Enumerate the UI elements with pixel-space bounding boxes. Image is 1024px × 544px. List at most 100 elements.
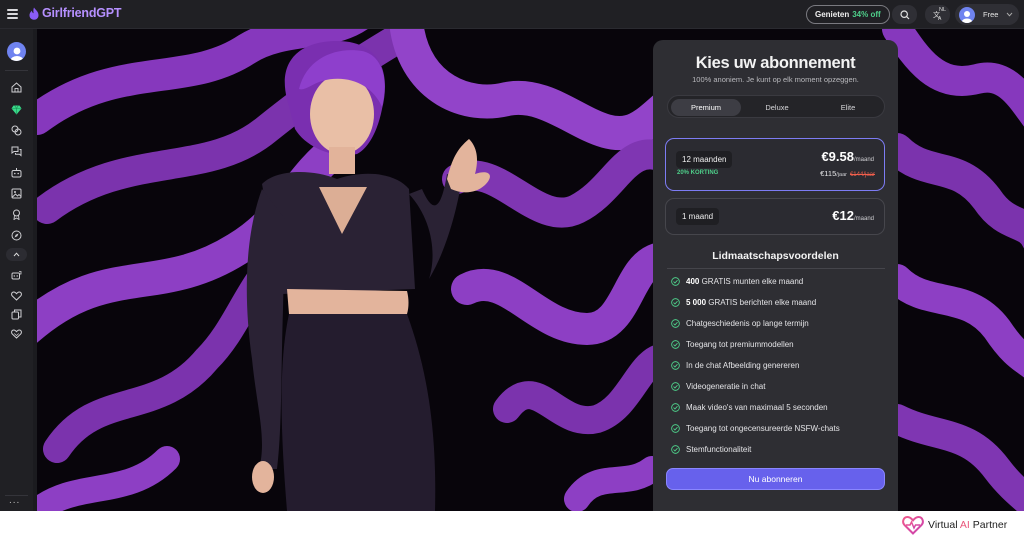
user-plan-label: Free (983, 10, 999, 19)
check-circle-icon (671, 423, 680, 433)
yearly-price-amount: €115 (820, 169, 837, 178)
more-options-icon[interactable]: ... (9, 496, 20, 506)
plan-price-amount: €12 (832, 208, 854, 223)
check-circle-icon (671, 381, 680, 391)
plan-duration: 12 maanden (676, 151, 733, 168)
benefit-label: Videogeneratie in chat (686, 381, 766, 391)
language-button[interactable]: 文A NL (925, 5, 950, 24)
chevron-down-icon (1007, 12, 1013, 17)
benefit-text: Stemfunctionaliteit (686, 445, 751, 454)
plan-price-period: /maand (853, 216, 874, 222)
benefit-item: Maak video's van maximaal 5 seconden (671, 401, 828, 413)
plan-price-period: /maand (853, 157, 874, 163)
watermark-suffix: Partner (969, 519, 1008, 531)
benefit-text: In de chat Afbeelding genereren (686, 361, 799, 370)
check-circle-icon (671, 297, 680, 307)
chat-bubbles-icon[interactable] (10, 124, 23, 137)
benefit-text: 5 000 GRATIS berichten elke maand (686, 298, 816, 307)
watermark-accent: AI (959, 519, 970, 531)
benefit-item: 400 GRATIS munten elke maand (671, 275, 803, 287)
benefit-label: Stemfunctionaliteit (686, 444, 752, 454)
tab-deluxe[interactable]: Deluxe (742, 99, 812, 116)
benefits-title: Lidmaatschapsvoordelen (712, 250, 839, 262)
benefit-text: Toegang tot premiummodellen (686, 340, 794, 349)
benefit-text: Toegang tot ongecensureerde NSFW-chats (686, 424, 840, 433)
search-button[interactable] (892, 5, 917, 24)
benefit-text: 400 GRATIS munten elke maand (686, 277, 803, 286)
home-icon[interactable] (10, 81, 23, 94)
heart-outline-icon[interactable] (10, 327, 23, 340)
benefit-label: Chatgeschiedenis op lange termijn (686, 318, 809, 328)
brand-logo[interactable]: GirlfriendGPT (29, 6, 122, 20)
benefit-text: Videogeneratie in chat (686, 382, 765, 391)
plan-tier-tabs: Premium Deluxe Elite (667, 95, 885, 118)
plan-duration: 1 maand (676, 208, 720, 225)
benefit-text: Chatgeschiedenis op lange termijn (686, 319, 809, 328)
robot-icon[interactable] (10, 166, 23, 179)
check-circle-icon (671, 402, 680, 412)
benefits-divider (667, 268, 885, 269)
sidebar-divider (5, 70, 28, 71)
app-window: GirlfriendGPT Genieten 34% off 文A NL Fre… (0, 0, 1024, 511)
plan-price: €9.58 /maand (821, 149, 874, 164)
flame-icon (29, 7, 39, 20)
benefit-label: Toegang tot premiummodellen (686, 339, 794, 349)
sidebar-avatar[interactable] (7, 42, 26, 61)
tab-elite[interactable]: Elite (813, 99, 883, 116)
old-price: €144/jaar (849, 172, 875, 178)
yearly-price-unit: /jaar (836, 172, 847, 178)
panel-subtitle: 100% anoniem. Je kunt op elk moment opze… (692, 75, 859, 84)
benefit-text: Maak video's van maximaal 5 seconden (686, 403, 828, 412)
promo-label: Genieten (815, 10, 850, 19)
menu-icon[interactable] (7, 9, 18, 19)
benefit-item: Stemfunctionaliteit (671, 443, 751, 455)
check-circle-icon (671, 444, 680, 454)
compass-icon[interactable] (10, 229, 23, 242)
benefit-item: In de chat Afbeelding genereren (671, 359, 799, 371)
sidebar: ... (0, 29, 33, 511)
benefit-highlight: 5 000 (686, 297, 707, 307)
promo-button[interactable]: Genieten 34% off (806, 5, 890, 24)
chevron-up-icon (13, 252, 20, 257)
plan-price-amount: €9.58 (821, 149, 854, 164)
messages-icon[interactable] (10, 145, 23, 158)
benefit-label: GRATIS munten elke maand (699, 276, 804, 286)
benefit-label: In de chat Afbeelding genereren (686, 360, 800, 370)
benefit-item: Toegang tot premiummodellen (671, 338, 794, 350)
heart-icon[interactable] (10, 289, 23, 302)
plan-yearly-price: €115/jaar €144/jaar (820, 169, 875, 178)
heart-logo-icon (902, 515, 924, 535)
benefit-item: Toegang tot ongecensureerde NSFW-chats (671, 422, 840, 434)
benefit-label: Toegang tot ongecensureerde NSFW-chats (686, 423, 840, 433)
benefit-item: Videogeneratie in chat (671, 380, 765, 392)
watermark-text: Virtual AI Partner (928, 519, 1007, 531)
watermark-prefix: Virtual (928, 519, 960, 531)
check-circle-icon (671, 318, 680, 328)
sidebar-collapse-button[interactable] (6, 248, 27, 261)
search-icon (899, 9, 909, 19)
plan-card-1-month[interactable]: 1 maand €12 /maand (665, 198, 885, 235)
benefit-label: Maak video's van maximaal 5 seconden (686, 402, 828, 412)
image-icon[interactable] (10, 187, 23, 200)
subscription-panel: Kies uw abonnement 100% anoniem. Je kunt… (653, 40, 898, 511)
plan-card-12-months[interactable]: 12 maanden 20% KORTING €9.58 /maand €115… (665, 138, 885, 191)
award-icon[interactable] (10, 208, 23, 221)
copy-icon[interactable] (10, 308, 23, 321)
language-badge: NL (938, 7, 946, 13)
check-circle-icon (671, 276, 680, 286)
check-circle-icon (671, 339, 680, 349)
subscribe-button[interactable]: Nu abonneren (666, 468, 885, 490)
check-circle-icon (671, 360, 680, 370)
plan-price: €12 /maand (832, 208, 874, 223)
partner-watermark: Virtual AI Partner (902, 515, 1007, 535)
plan-discount-badge: 20% KORTING (677, 170, 719, 176)
benefit-label: GRATIS berichten elke maand (706, 297, 817, 307)
benefit-item: Chatgeschiedenis op lange termijn (671, 317, 809, 329)
bot-chat-icon[interactable] (10, 269, 23, 282)
user-menu[interactable]: Free (955, 4, 1019, 25)
panel-title: Kies uw abonnement (695, 54, 856, 72)
gem-icon[interactable] (10, 103, 23, 116)
tab-premium[interactable]: Premium (671, 99, 741, 116)
svg-text:A: A (938, 16, 942, 20)
top-bar: GirlfriendGPT Genieten 34% off 文A NL Fre… (0, 0, 1024, 29)
